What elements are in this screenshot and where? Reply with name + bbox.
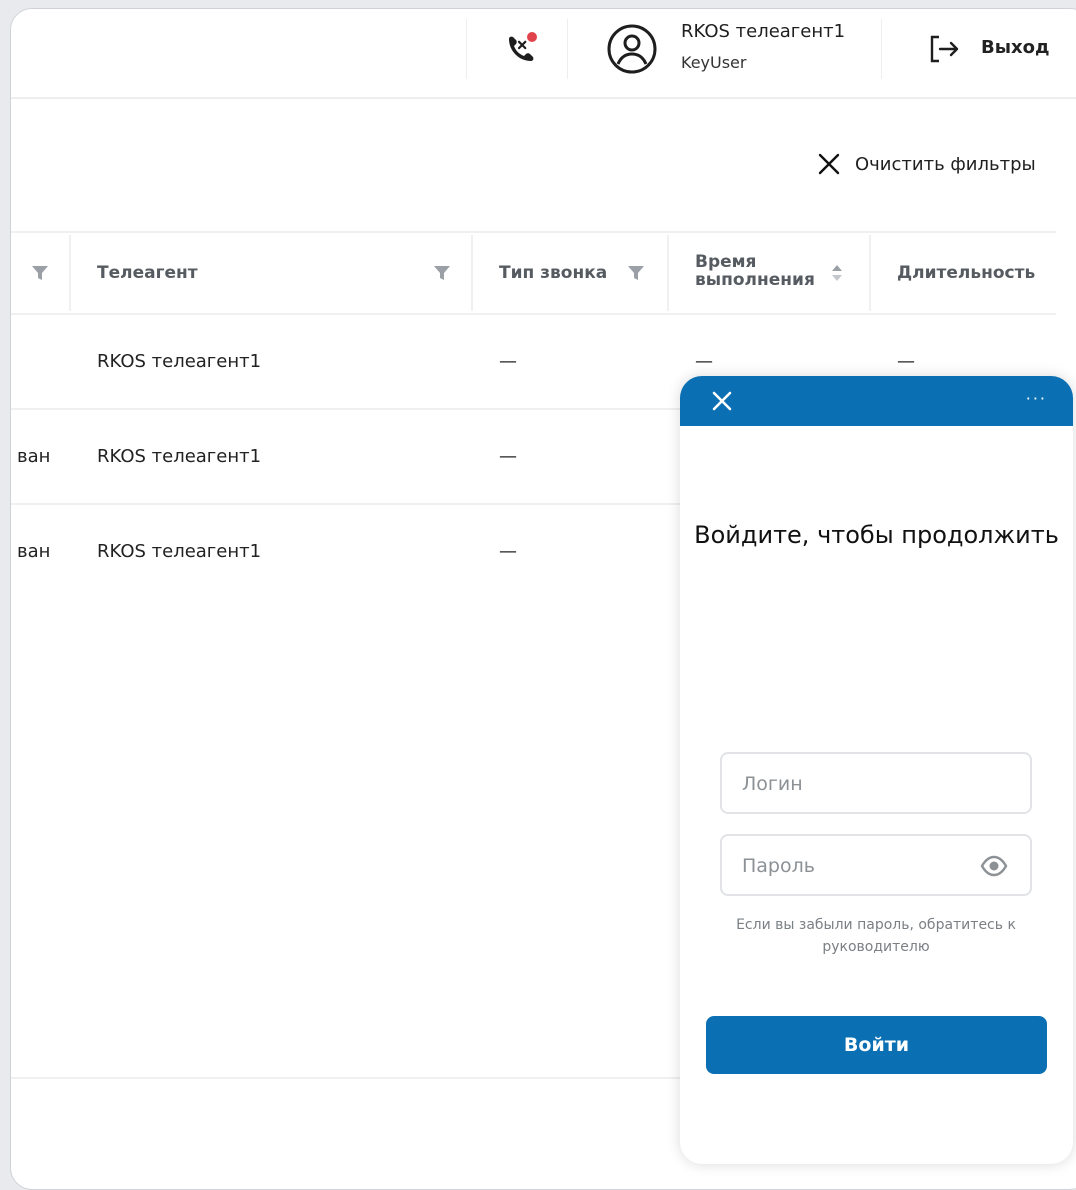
cell-call-type: — (499, 446, 517, 467)
column-header-duration[interactable]: Длительность (897, 233, 1057, 313)
more-options-button[interactable]: ··· (1026, 389, 1047, 408)
clear-filters-button[interactable]: Очистить фильтры (817, 149, 1036, 179)
password-field[interactable] (720, 834, 1032, 896)
header-divider (466, 19, 467, 79)
login-title: Войдите, чтобы продолжить (694, 521, 1059, 549)
filter-icon[interactable] (433, 264, 451, 282)
logout-button[interactable]: Выход (981, 37, 1050, 58)
sort-icon[interactable] (830, 261, 844, 285)
close-icon (818, 153, 840, 175)
eye-icon[interactable] (980, 853, 1008, 879)
password-input[interactable] (740, 850, 974, 882)
column-divider (869, 235, 871, 311)
table-footer-divider (11, 1077, 681, 1079)
forgot-password-hint: Если вы забыли пароль, обратитесь к руко… (736, 917, 1016, 955)
cell-status: ван (17, 541, 51, 562)
cell-agent: RKOS телеагент1 (97, 351, 262, 372)
cell-agent: RKOS телеагент1 (97, 541, 262, 562)
login-submit-button[interactable]: Войти (706, 1016, 1047, 1074)
user-name: RKOS телеагент1 (681, 21, 846, 42)
column-divider (471, 235, 473, 311)
clear-filters-label: Очистить фильтры (855, 153, 1036, 175)
column-divider (667, 235, 669, 311)
filter-icon[interactable] (31, 264, 49, 282)
login-panel-titlebar: ··· (680, 376, 1073, 426)
cell-agent: RKOS телеагент1 (97, 446, 262, 467)
cell-call-type: — (499, 541, 517, 562)
login-input[interactable] (740, 768, 974, 800)
phone-call-icon[interactable] (501, 29, 541, 69)
column-header-exec-time[interactable]: Время выполнения (695, 231, 821, 311)
column-header-agent[interactable]: Телеагент (97, 233, 437, 313)
top-header: RKOS телеагент1 KeyUser Выход (11, 9, 1076, 99)
column-divider (69, 235, 71, 311)
cell-status: ван (17, 446, 51, 467)
header-divider (881, 19, 882, 79)
cell-call-type: — (499, 351, 517, 372)
login-field[interactable] (720, 752, 1032, 814)
column-header-call-type[interactable]: Тип звонка (499, 233, 619, 313)
user-avatar-icon[interactable] (606, 23, 658, 75)
close-icon[interactable] (710, 389, 734, 413)
user-role: KeyUser (681, 53, 747, 72)
table-header: Телеагент Тип звонка Время выполнения Дл… (11, 231, 1056, 315)
logout-icon[interactable] (927, 31, 963, 67)
login-panel: ··· Войдите, чтобы продолжить Если вы за… (680, 376, 1073, 1164)
header-divider (567, 19, 568, 79)
filter-icon[interactable] (627, 264, 645, 282)
